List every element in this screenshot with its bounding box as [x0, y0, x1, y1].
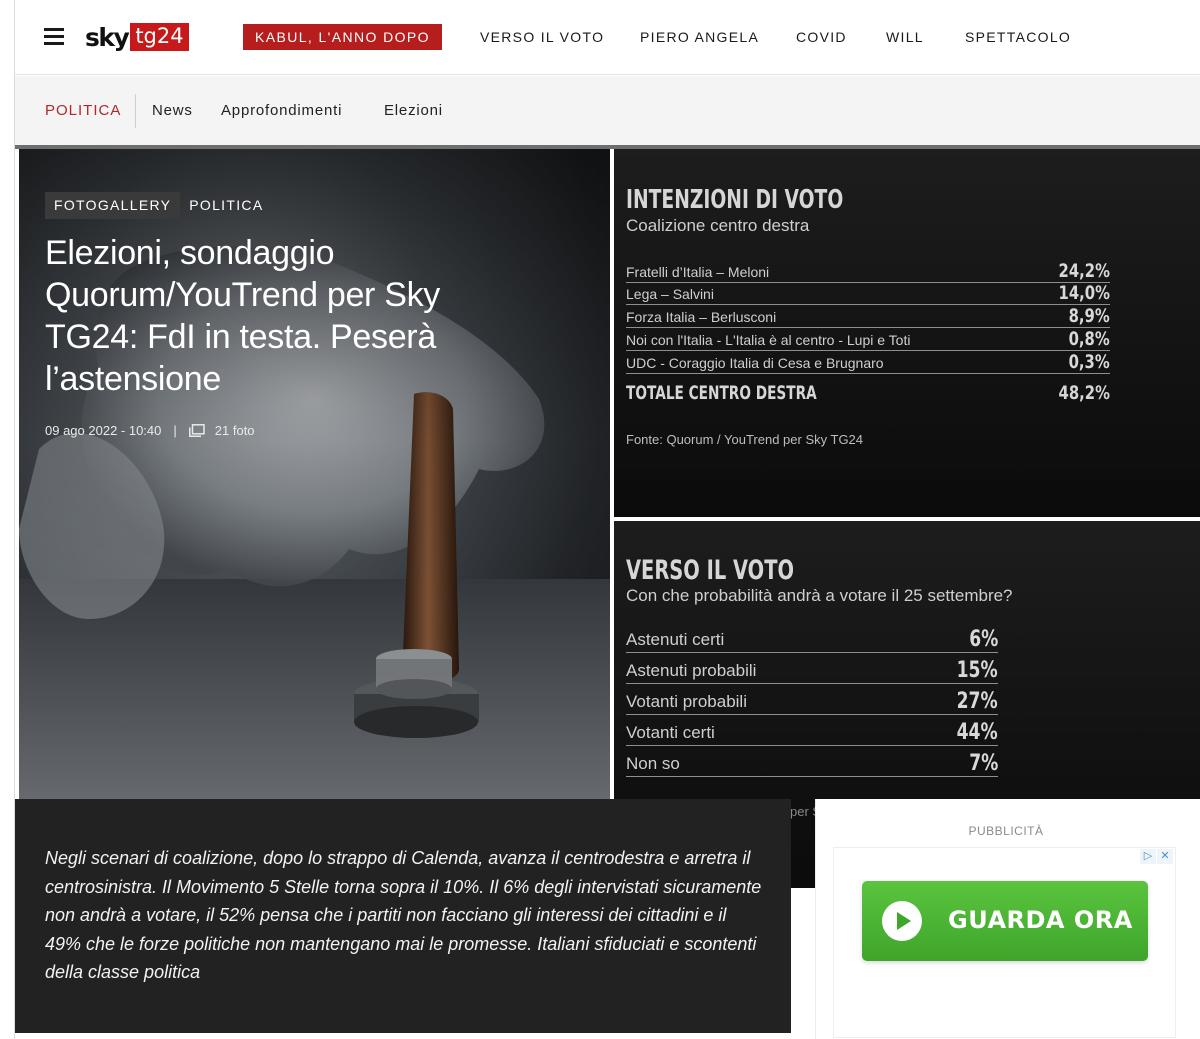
poll2-row-value: 6%: [968, 627, 998, 652]
ad-banner[interactable]: ▷ ✕ GUARDA ORA: [833, 847, 1176, 1038]
page: sky tg24 KABUL, L'ANNO DOPO VERSO IL VOT…: [0, 0, 1200, 1039]
cta-label: GUARDA ORA: [948, 906, 1133, 934]
top-header: sky tg24 KABUL, L'ANNO DOPO VERSO IL VOT…: [15, 0, 1200, 75]
poll-coalition-panel[interactable]: INTENZIONI DI VOTO Coalizione centro des…: [614, 149, 1200, 517]
poll2-row-value: 7%: [968, 751, 998, 776]
poll1-row-value: 0,8%: [1068, 328, 1110, 350]
subnav-divider: [135, 94, 136, 128]
subnav-elezioni[interactable]: Elezioni: [384, 102, 443, 119]
play-icon: [882, 901, 922, 941]
poll1-row-value: 0,3%: [1068, 351, 1110, 373]
gallery-description: Negli scenari di coalizione, dopo lo str…: [45, 848, 762, 983]
skytg24-logo[interactable]: sky tg24: [85, 22, 189, 52]
poll1-row: UDC - Coraggio Italia di Cesa e Brugnaro…: [626, 351, 1110, 374]
poll2-row-value: 27%: [956, 689, 998, 714]
adchoices-icon[interactable]: ▷: [1140, 849, 1156, 864]
section-title[interactable]: POLITICA: [45, 102, 121, 119]
poll1-total: TOTALE CENTRO DESTRA 48,2%: [626, 382, 1110, 408]
poll1-row-label: Fratelli d’Italia – Meloni: [626, 264, 770, 280]
nav-piero-angela[interactable]: PIERO ANGELA: [640, 29, 759, 45]
poll2-row-label: Astenuti certi: [626, 630, 725, 649]
ad-close-icon[interactable]: ✕: [1157, 849, 1173, 864]
article-title: Elezioni, sondaggio Quorum/YouTrend per …: [45, 234, 441, 398]
publish-date: 09 ago 2022 - 10:40: [45, 423, 162, 438]
poll1-row-label: Lega – Salvini: [626, 286, 714, 302]
poll2-title: VERSO IL VOTO: [626, 555, 794, 586]
ad-choices[interactable]: ▷ ✕: [1139, 849, 1173, 864]
section-subnav: POLITICA News Approfondimenti Elezioni: [15, 76, 1200, 146]
poll1-row-label: Forza Italia – Berlusconi: [626, 309, 777, 325]
menu-icon[interactable]: [44, 28, 64, 46]
gallery-description-box: Negli scenari di coalizione, dopo lo str…: [15, 799, 791, 1033]
poll1-row-value: 14,0%: [1058, 282, 1110, 304]
ad-label: PUBBLICITÀ: [968, 824, 1044, 838]
subnav-news[interactable]: News: [152, 102, 193, 119]
poll2-row-label: Astenuti probabili: [626, 661, 757, 680]
poll2-row: Astenuti probabili 15%: [626, 653, 998, 684]
poll1-source: Fonte: Quorum / YouTrend per Sky TG24: [626, 432, 864, 447]
poll1-row-value: 24,2%: [1058, 260, 1110, 282]
poll2-row: Non so 7%: [626, 746, 998, 777]
poll2-row-label: Votanti certi: [626, 723, 715, 742]
poll1-row-label: UDC - Coraggio Italia di Cesa e Brugnaro: [626, 355, 884, 371]
hero-tags: FOTOGALLERY POLITICA: [45, 192, 272, 219]
photo-count: 21 foto: [214, 423, 255, 438]
article-meta: 09 ago 2022 - 10:40 | 21 foto: [45, 423, 255, 438]
poll2-row: Astenuti certi 6%: [626, 624, 998, 653]
poll1-row: Forza Italia – Berlusconi 8,9%: [626, 305, 1110, 328]
poll2-row-value: 44%: [956, 720, 998, 745]
subnav-approfondimenti[interactable]: Approfondimenti: [221, 102, 342, 119]
poll1-row: Lega – Salvini 14,0%: [626, 282, 1110, 305]
tag-fotogallery[interactable]: FOTOGALLERY: [45, 192, 181, 219]
guarda-ora-button[interactable]: GUARDA ORA: [862, 881, 1148, 961]
nav-spettacolo[interactable]: SPETTACOLO: [965, 29, 1071, 45]
poll2-subtitle: Con che probabilità andrà a votare il 25…: [626, 586, 1013, 605]
tag-politica[interactable]: POLITICA: [180, 192, 272, 219]
ad-slot: PUBBLICITÀ ▷ ✕ GUARDA ORA: [815, 799, 1200, 1039]
poll1-row-label: Noi con l'Italia - L'Italia è al centro …: [626, 332, 911, 348]
poll2-row: Votanti certi 44%: [626, 715, 998, 746]
poll2-row-label: Votanti probabili: [626, 692, 747, 711]
poll1-total-value: 48,2%: [1058, 382, 1110, 404]
logo-tg24-text: tg24: [130, 23, 189, 51]
poll1-total-label: TOTALE CENTRO DESTRA: [626, 382, 817, 404]
poll2-row-label: Non so: [626, 754, 680, 773]
nav-covid[interactable]: COVID: [796, 29, 847, 45]
poll2-row-value: 15%: [956, 658, 998, 683]
nav-will[interactable]: WILL: [886, 29, 924, 45]
logo-sky-text: sky: [85, 22, 130, 52]
poll1-subtitle: Coalizione centro destra: [626, 216, 810, 235]
poll1-row: Fratelli d’Italia – Meloni 24,2%: [626, 259, 1110, 283]
nav-featured-badge[interactable]: KABUL, L'ANNO DOPO: [243, 24, 442, 50]
meta-separator: |: [173, 423, 177, 438]
poll1-row-value: 8,9%: [1068, 305, 1110, 327]
poll2-row: Votanti probabili 27%: [626, 684, 998, 715]
gallery-icon: [188, 424, 205, 437]
nav-verso-il-voto[interactable]: VERSO IL VOTO: [480, 29, 604, 45]
poll1-title: INTENZIONI DI VOTO: [626, 185, 844, 215]
poll1-row: Noi con l'Italia - L'Italia è al centro …: [626, 328, 1110, 351]
